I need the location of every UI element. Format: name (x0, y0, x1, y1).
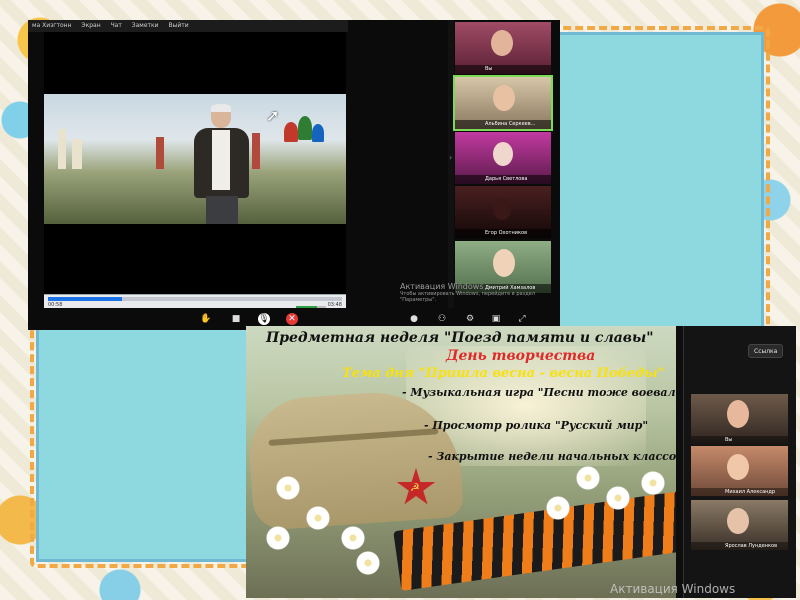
cathedral-dome (298, 116, 312, 140)
gallery-divider[interactable] (676, 326, 684, 598)
end-call-icon[interactable]: ✕ (286, 313, 298, 325)
participant-tile[interactable]: Михаил Александр (691, 446, 788, 496)
camera-icon[interactable]: ■ (230, 313, 242, 325)
participants-icon[interactable]: ⚇ (436, 313, 448, 325)
seek-bar[interactable] (48, 297, 342, 301)
participant-tile[interactable]: Ярослав Лунденков (691, 500, 788, 550)
mic-muted-icon[interactable]: 🎙 (258, 313, 270, 325)
kremlin-tower (156, 137, 164, 169)
slide-theme: Тема дня "Пришла весна - весна Победы" (342, 366, 665, 381)
participant-name: Дарья Светлова (455, 175, 551, 184)
cathedral-dome (312, 124, 324, 142)
windows-activation-watermark: Активация Windows (610, 582, 736, 596)
kremlin-tower (72, 139, 82, 169)
participant-name: Вы (455, 65, 551, 74)
flower-icon (306, 506, 330, 530)
kremlin-tower (252, 133, 260, 169)
windows-activation-watermark: Активация Windows Чтобы активировать Win… (400, 282, 535, 303)
slide-title: Предметная неделя "Поезд памяти и славы" (266, 330, 654, 346)
video-frame (44, 94, 346, 224)
flower-icon (276, 476, 300, 500)
titlebar-item-screen[interactable]: Экран (81, 22, 100, 29)
flower-icon (576, 466, 600, 490)
cathedral-dome (284, 122, 298, 142)
window-titlebar: ма Хизгтонн Экран Чат Заметки Выйти (28, 20, 348, 32)
participant-name: Михаил Александр (691, 488, 788, 496)
presentation-slide: ☭ Предметная неделя "Поезд памяти и слав… (246, 326, 676, 598)
titlebar-item-notes[interactable]: Заметки (132, 22, 159, 29)
flower-icon (356, 551, 380, 575)
flower-icon (341, 526, 365, 550)
participant-name: Ярослав Лунденков (691, 542, 788, 550)
chevron-right-icon[interactable]: › (449, 153, 452, 162)
participant-tile-active[interactable]: Альбина Серкеев... (453, 75, 553, 131)
titlebar-item-exit[interactable]: Выйти (168, 22, 188, 29)
share-icon[interactable]: ▣ (490, 313, 502, 325)
participant-tile[interactable]: Вы (455, 22, 551, 74)
slide-item: - Музыкальная игра "Песни тоже воевали" (402, 386, 676, 399)
titlebar-item-user: ма Хизгтонн (32, 22, 72, 29)
flower-icon (266, 526, 290, 550)
expand-icon[interactable]: ⤢ (516, 313, 528, 325)
participant-tile[interactable]: Вы (691, 394, 788, 444)
hand-icon[interactable]: ✋ (200, 313, 212, 325)
mouse-cursor-icon: ➚ (266, 106, 280, 125)
gallery-divider[interactable] (448, 20, 454, 310)
participant-name: Вы (691, 436, 788, 444)
slide-item: - Просмотр ролика "Русский мир" (424, 419, 649, 432)
video-person (194, 104, 249, 224)
settings-icon[interactable]: ⚙ (464, 313, 476, 325)
kremlin-tower (58, 129, 66, 169)
chat-icon[interactable]: ● (408, 313, 420, 325)
slide-day: День творчества (446, 348, 596, 364)
participant-name: Егор Охотников (455, 229, 551, 238)
shared-video-panel: 00:58 03:48 (44, 32, 346, 316)
participant-tile[interactable]: Егор Охотников (455, 186, 551, 238)
zoom-window-top: ма Хизгтонн Экран Чат Заметки Выйти 00:5… (28, 20, 560, 330)
flower-icon (606, 486, 630, 510)
link-button[interactable]: Ссылка (748, 344, 784, 358)
slide-item: - Закрытие недели начальных классов (428, 450, 676, 463)
flower-icon (546, 496, 570, 520)
titlebar-item-chat[interactable]: Чат (111, 22, 122, 29)
participant-name: Альбина Серкеев... (455, 120, 551, 129)
flower-icon (641, 471, 665, 495)
zoom-window-bottom: ☭ Предметная неделя "Поезд памяти и слав… (246, 326, 796, 598)
participant-tile[interactable]: Дарья Светлова (455, 132, 551, 184)
